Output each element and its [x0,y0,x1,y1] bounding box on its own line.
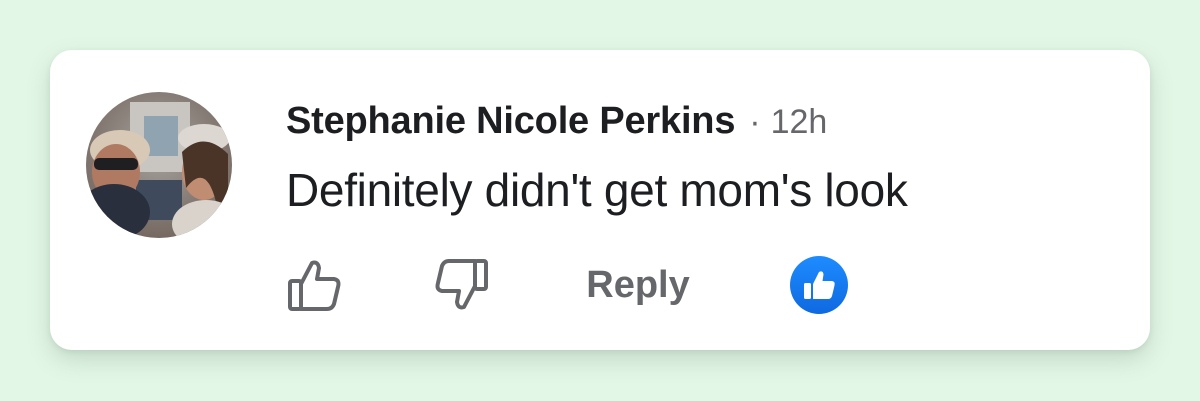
comment-text: Definitely didn't get mom's look [286,164,908,216]
avatar[interactable] [86,92,232,238]
separator-dot: · [749,103,761,141]
comment-actions: Reply [282,252,902,318]
thumbs-up-outline-icon [288,260,341,311]
like-reaction-icon[interactable] [790,256,848,314]
comment-card: Stephanie Nicole Perkins · 12h Definitel… [50,50,1150,350]
thumbs-down-outline-icon [435,259,488,310]
reply-button[interactable]: Reply [574,252,702,318]
timestamp[interactable]: 12h [771,103,828,142]
avatar-photo [86,92,232,238]
like-button[interactable] [282,252,346,318]
dislike-button[interactable] [430,252,494,318]
comment-header: Stephanie Nicole Perkins · 12h [286,100,827,143]
author-name[interactable]: Stephanie Nicole Perkins [286,100,735,143]
